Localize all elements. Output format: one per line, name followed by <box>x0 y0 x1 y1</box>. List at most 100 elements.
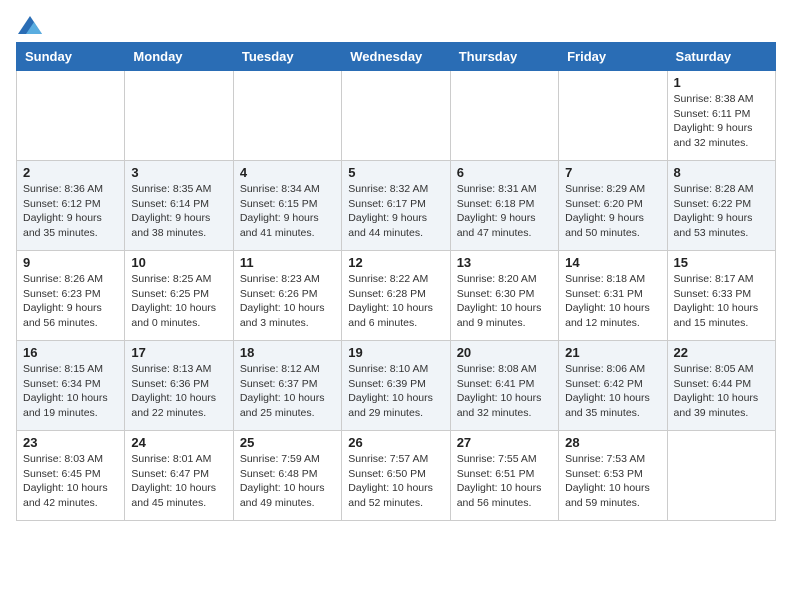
day-number: 28 <box>565 435 660 450</box>
day-info: Sunrise: 8:32 AM Sunset: 6:17 PM Dayligh… <box>348 182 443 241</box>
week-row-2: 2 Sunrise: 8:36 AM Sunset: 6:12 PM Daylig… <box>17 161 776 251</box>
calendar-cell: 6 Sunrise: 8:31 AM Sunset: 6:18 PM Daylig… <box>450 161 558 251</box>
day-number: 26 <box>348 435 443 450</box>
day-number: 27 <box>457 435 552 450</box>
calendar-cell: 22 Sunrise: 8:05 AM Sunset: 6:44 PM Dayli… <box>667 341 775 431</box>
day-number: 13 <box>457 255 552 270</box>
calendar-cell: 16Sunrise: 8:15 AM Sunset: 6:34 PM Dayli… <box>17 341 125 431</box>
weekday-header-row: SundayMondayTuesdayWednesdayThursdayFrid… <box>17 43 776 71</box>
day-info: Sunrise: 8:25 AM Sunset: 6:25 PM Dayligh… <box>131 272 226 331</box>
day-info: Sunrise: 8:05 AM Sunset: 6:44 PM Dayligh… <box>674 362 769 421</box>
calendar-cell: 14 Sunrise: 8:18 AM Sunset: 6:31 PM Dayli… <box>559 251 667 341</box>
day-info: Sunrise: 8:35 AM Sunset: 6:14 PM Dayligh… <box>131 182 226 241</box>
day-number: 15 <box>674 255 769 270</box>
calendar-cell: 3 Sunrise: 8:35 AM Sunset: 6:14 PM Daylig… <box>125 161 233 251</box>
day-info: Sunrise: 8:36 AM Sunset: 6:12 PM Dayligh… <box>23 182 118 241</box>
week-row-1: 1 Sunrise: 8:38 AM Sunset: 6:11 PM Daylig… <box>17 71 776 161</box>
day-number: 17 <box>131 345 226 360</box>
day-info: Sunrise: 8:12 AM Sunset: 6:37 PM Dayligh… <box>240 362 335 421</box>
calendar-cell: 11 Sunrise: 8:23 AM Sunset: 6:26 PM Dayli… <box>233 251 341 341</box>
weekday-header-friday: Friday <box>559 43 667 71</box>
calendar-cell: 21 Sunrise: 8:06 AM Sunset: 6:42 PM Dayli… <box>559 341 667 431</box>
day-number: 19 <box>348 345 443 360</box>
day-number: 23 <box>23 435 118 450</box>
day-number: 1 <box>674 75 769 90</box>
weekday-header-thursday: Thursday <box>450 43 558 71</box>
weekday-header-tuesday: Tuesday <box>233 43 341 71</box>
calendar-cell: 1 Sunrise: 8:38 AM Sunset: 6:11 PM Daylig… <box>667 71 775 161</box>
calendar-cell: 13 Sunrise: 8:20 AM Sunset: 6:30 PM Dayli… <box>450 251 558 341</box>
day-info: Sunrise: 8:03 AM Sunset: 6:45 PM Dayligh… <box>23 452 118 511</box>
day-number: 22 <box>674 345 769 360</box>
week-row-5: 23 Sunrise: 8:03 AM Sunset: 6:45 PM Dayli… <box>17 431 776 521</box>
day-number: 10 <box>131 255 226 270</box>
weekday-header-sunday: Sunday <box>17 43 125 71</box>
calendar-cell <box>342 71 450 161</box>
calendar-cell: 8 Sunrise: 8:28 AM Sunset: 6:22 PM Daylig… <box>667 161 775 251</box>
calendar-cell: 2 Sunrise: 8:36 AM Sunset: 6:12 PM Daylig… <box>17 161 125 251</box>
calendar-cell <box>450 71 558 161</box>
calendar-cell: 27 Sunrise: 7:55 AM Sunset: 6:51 PM Dayli… <box>450 431 558 521</box>
day-info: Sunrise: 8:23 AM Sunset: 6:26 PM Dayligh… <box>240 272 335 331</box>
weekday-header-wednesday: Wednesday <box>342 43 450 71</box>
day-number: 5 <box>348 165 443 180</box>
day-info: Sunrise: 8:06 AM Sunset: 6:42 PM Dayligh… <box>565 362 660 421</box>
day-number: 9 <box>23 255 118 270</box>
day-number: 6 <box>457 165 552 180</box>
calendar-cell <box>17 71 125 161</box>
day-info: Sunrise: 8:17 AM Sunset: 6:33 PM Dayligh… <box>674 272 769 331</box>
calendar-cell: 24 Sunrise: 8:01 AM Sunset: 6:47 PM Dayli… <box>125 431 233 521</box>
weekday-header-monday: Monday <box>125 43 233 71</box>
calendar-cell: 7 Sunrise: 8:29 AM Sunset: 6:20 PM Daylig… <box>559 161 667 251</box>
calendar-cell: 28 Sunrise: 7:53 AM Sunset: 6:53 PM Dayli… <box>559 431 667 521</box>
day-number: 7 <box>565 165 660 180</box>
day-number: 24 <box>131 435 226 450</box>
calendar-cell: 18 Sunrise: 8:12 AM Sunset: 6:37 PM Dayli… <box>233 341 341 431</box>
day-info: Sunrise: 8:10 AM Sunset: 6:39 PM Dayligh… <box>348 362 443 421</box>
calendar-cell: 10 Sunrise: 8:25 AM Sunset: 6:25 PM Dayli… <box>125 251 233 341</box>
day-info: Sunrise: 8:31 AM Sunset: 6:18 PM Dayligh… <box>457 182 552 241</box>
day-number: 8 <box>674 165 769 180</box>
calendar-cell: 4 Sunrise: 8:34 AM Sunset: 6:15 PM Daylig… <box>233 161 341 251</box>
week-row-4: 16Sunrise: 8:15 AM Sunset: 6:34 PM Dayli… <box>17 341 776 431</box>
calendar-cell <box>559 71 667 161</box>
day-number: 25 <box>240 435 335 450</box>
day-info: Sunrise: 8:01 AM Sunset: 6:47 PM Dayligh… <box>131 452 226 511</box>
day-info: Sunrise: 8:18 AM Sunset: 6:31 PM Dayligh… <box>565 272 660 331</box>
calendar-cell <box>125 71 233 161</box>
day-info: Sunrise: 8:38 AM Sunset: 6:11 PM Dayligh… <box>674 92 769 151</box>
calendar-cell: 19 Sunrise: 8:10 AM Sunset: 6:39 PM Dayli… <box>342 341 450 431</box>
week-row-3: 9 Sunrise: 8:26 AM Sunset: 6:23 PM Daylig… <box>17 251 776 341</box>
calendar-cell: 25Sunrise: 7:59 AM Sunset: 6:48 PM Dayli… <box>233 431 341 521</box>
weekday-header-saturday: Saturday <box>667 43 775 71</box>
day-number: 11 <box>240 255 335 270</box>
calendar-cell: 20Sunrise: 8:08 AM Sunset: 6:41 PM Dayli… <box>450 341 558 431</box>
day-info: Sunrise: 8:13 AM Sunset: 6:36 PM Dayligh… <box>131 362 226 421</box>
calendar-cell: 5 Sunrise: 8:32 AM Sunset: 6:17 PM Daylig… <box>342 161 450 251</box>
day-info: Sunrise: 7:57 AM Sunset: 6:50 PM Dayligh… <box>348 452 443 511</box>
day-info: Sunrise: 8:28 AM Sunset: 6:22 PM Dayligh… <box>674 182 769 241</box>
day-number: 2 <box>23 165 118 180</box>
day-info: Sunrise: 7:55 AM Sunset: 6:51 PM Dayligh… <box>457 452 552 511</box>
day-number: 21 <box>565 345 660 360</box>
calendar-cell: 17 Sunrise: 8:13 AM Sunset: 6:36 PM Dayli… <box>125 341 233 431</box>
header <box>16 16 776 34</box>
logo-icon <box>18 16 42 34</box>
calendar-cell: 9 Sunrise: 8:26 AM Sunset: 6:23 PM Daylig… <box>17 251 125 341</box>
day-info: Sunrise: 8:08 AM Sunset: 6:41 PM Dayligh… <box>457 362 552 421</box>
calendar-cell: 12Sunrise: 8:22 AM Sunset: 6:28 PM Dayli… <box>342 251 450 341</box>
day-info: Sunrise: 8:26 AM Sunset: 6:23 PM Dayligh… <box>23 272 118 331</box>
day-info: Sunrise: 8:29 AM Sunset: 6:20 PM Dayligh… <box>565 182 660 241</box>
calendar-cell: 15 Sunrise: 8:17 AM Sunset: 6:33 PM Dayli… <box>667 251 775 341</box>
calendar-table: SundayMondayTuesdayWednesdayThursdayFrid… <box>16 42 776 521</box>
day-number: 14 <box>565 255 660 270</box>
day-number: 3 <box>131 165 226 180</box>
day-info: Sunrise: 8:15 AM Sunset: 6:34 PM Dayligh… <box>23 362 118 421</box>
day-number: 4 <box>240 165 335 180</box>
day-info: Sunrise: 7:53 AM Sunset: 6:53 PM Dayligh… <box>565 452 660 511</box>
logo <box>16 16 42 34</box>
day-info: Sunrise: 8:20 AM Sunset: 6:30 PM Dayligh… <box>457 272 552 331</box>
day-info: Sunrise: 8:34 AM Sunset: 6:15 PM Dayligh… <box>240 182 335 241</box>
day-number: 18 <box>240 345 335 360</box>
calendar-cell: 26 Sunrise: 7:57 AM Sunset: 6:50 PM Dayli… <box>342 431 450 521</box>
